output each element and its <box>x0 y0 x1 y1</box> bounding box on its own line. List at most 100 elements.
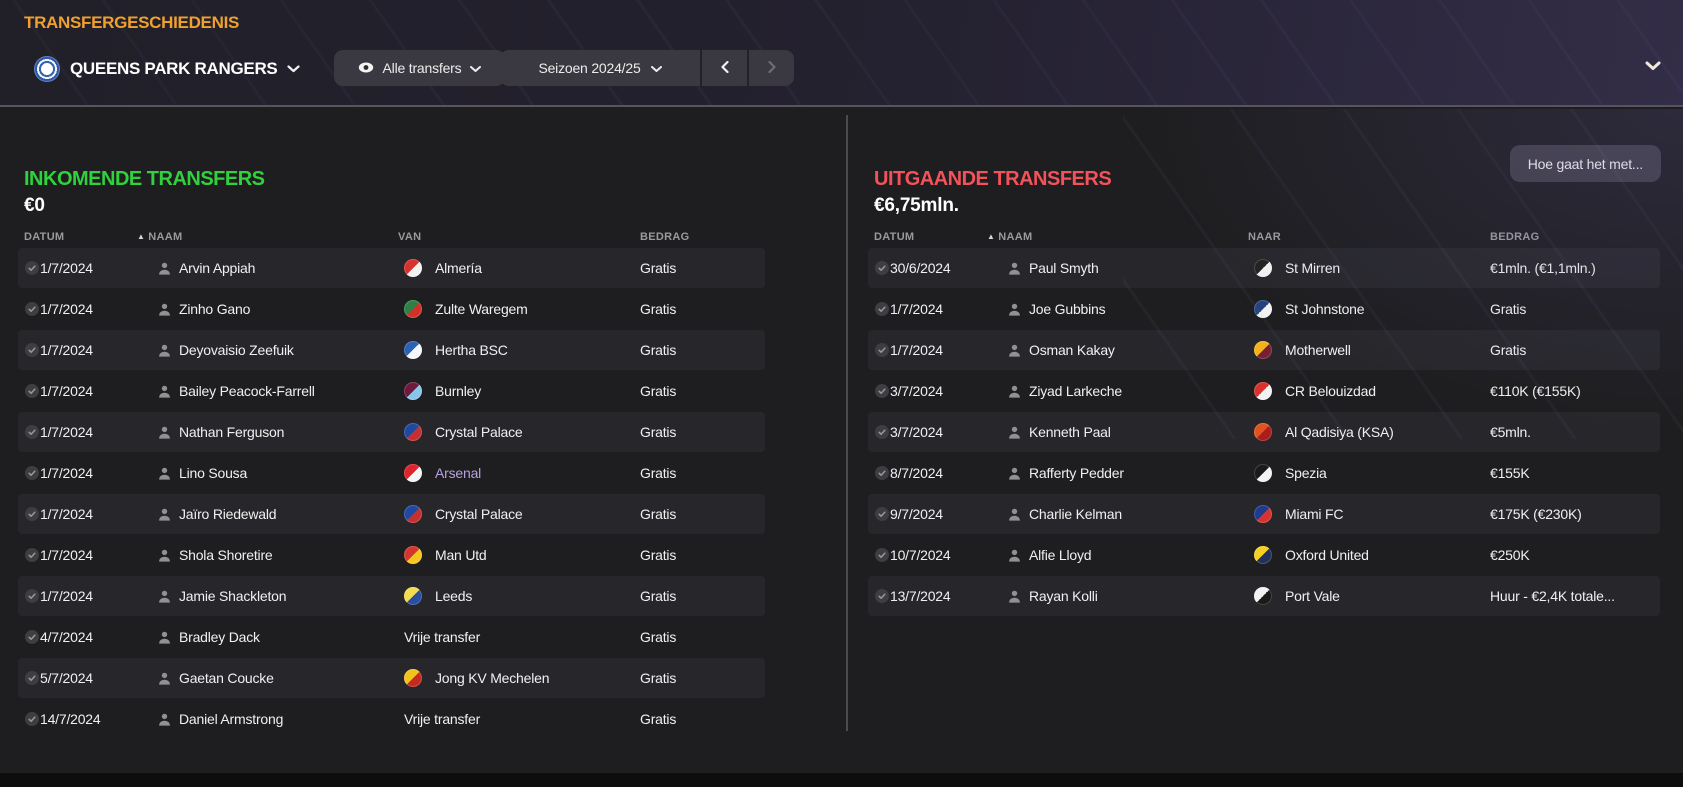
player-name-link[interactable]: Joe Gubbins <box>1029 289 1106 329</box>
club-name-link[interactable]: Crystal Palace <box>435 412 523 452</box>
player-name-link[interactable]: Lino Sousa <box>179 453 247 493</box>
transfer-completed-check-icon <box>875 261 889 275</box>
transfer-row[interactable]: 1/7/2024 Deyovaisio Zeefuik Hertha BSC G… <box>18 330 765 370</box>
club-name-link[interactable]: Vrije transfer <box>404 699 480 739</box>
club-crest-icon <box>404 423 422 441</box>
transfer-row[interactable]: 1/7/2024 Lino Sousa Arsenal Gratis <box>18 453 765 493</box>
transfer-row[interactable]: 1/7/2024 Joe Gubbins St Johnstone Gratis <box>868 289 1660 329</box>
transfer-row[interactable]: 1/7/2024 Bailey Peacock-Farrell Burnley … <box>18 371 765 411</box>
player-name-link[interactable]: Nathan Ferguson <box>179 412 284 452</box>
season-dropdown[interactable]: Seizoen 2024/25 <box>500 50 700 86</box>
club-name-link[interactable]: Port Vale <box>1285 576 1340 616</box>
transfer-row[interactable]: 4/7/2024 Bradley Dack Vrije transfer Gra… <box>18 617 765 657</box>
player-name-link[interactable]: Rafferty Pedder <box>1029 453 1124 493</box>
transfer-date: 1/7/2024 <box>40 301 93 317</box>
club-name-link[interactable]: CR Belouizdad <box>1285 371 1376 411</box>
transfer-row[interactable]: 1/7/2024 Osman Kakay Motherwell Gratis <box>868 330 1660 370</box>
club-name-link[interactable]: Al Qadisiya (KSA) <box>1285 412 1394 452</box>
transfer-row[interactable]: 1/7/2024 Arvin Appiah Almería Gratis <box>18 248 765 288</box>
transfer-row[interactable]: 8/7/2024 Rafferty Pedder Spezia €155K <box>868 453 1660 493</box>
column-header-date[interactable]: DATUM <box>874 231 914 243</box>
club-name-link[interactable]: Man Utd <box>435 535 487 575</box>
club-name-link[interactable]: Zulte Waregem <box>435 289 528 329</box>
player-name-link[interactable]: Bailey Peacock-Farrell <box>179 371 315 411</box>
transfer-row[interactable]: 1/7/2024 Jamie Shackleton Leeds Gratis <box>18 576 765 616</box>
club-name-link[interactable]: St Mirren <box>1285 248 1340 288</box>
club-crest-icon <box>1254 587 1272 605</box>
club-crest-icon <box>404 300 422 318</box>
transfer-row[interactable]: 3/7/2024 Ziyad Larkeche CR Belouizdad €1… <box>868 371 1660 411</box>
club-name-link[interactable]: Hertha BSC <box>435 330 508 370</box>
club-crest-icon <box>1254 464 1272 482</box>
transfer-fee: Huur - €2,4K totale... <box>1490 588 1615 604</box>
player-name-link[interactable]: Zinho Gano <box>179 289 250 329</box>
collapse-panel-chevron-icon[interactable] <box>1645 58 1661 76</box>
column-header-name[interactable]: ▲ NAAM <box>987 231 1032 243</box>
transfer-row[interactable]: 5/7/2024 Gaetan Coucke Jong KV Mechelen … <box>18 658 765 698</box>
player-name-link[interactable]: Arvin Appiah <box>179 248 255 288</box>
club-name-link[interactable]: Arsenal <box>435 453 481 493</box>
club-name-link[interactable]: St Johnstone <box>1285 289 1365 329</box>
transfer-row[interactable]: 1/7/2024 Nathan Ferguson Crystal Palace … <box>18 412 765 452</box>
column-header-fee[interactable]: BEDRAG <box>640 231 689 243</box>
player-name-link[interactable]: Gaetan Coucke <box>179 658 274 698</box>
column-header-to[interactable]: NAAR <box>1248 231 1281 243</box>
player-name-link[interactable]: Alfie Lloyd <box>1029 535 1092 575</box>
transfer-row[interactable]: 1/7/2024 Jaïro Riedewald Crystal Palace … <box>18 494 765 534</box>
player-name-link[interactable]: Bradley Dack <box>179 617 260 657</box>
club-name-link[interactable]: Leeds <box>435 576 472 616</box>
transfer-row[interactable]: 9/7/2024 Charlie Kelman Miami FC €175K (… <box>868 494 1660 534</box>
transfer-completed-check-icon <box>875 302 889 316</box>
column-header-from[interactable]: VAN <box>398 231 421 243</box>
club-cell: Crystal Palace <box>404 494 523 534</box>
club-name-link[interactable]: Spezia <box>1285 453 1327 493</box>
club-name-link[interactable]: Motherwell <box>1285 330 1351 370</box>
player-name-link[interactable]: Charlie Kelman <box>1029 494 1122 534</box>
player-name-link[interactable]: Kenneth Paal <box>1029 412 1111 452</box>
transfer-completed-check-icon <box>25 343 39 357</box>
next-season-button[interactable] <box>749 50 794 86</box>
transfer-completed-check-icon <box>25 384 39 398</box>
column-header-date[interactable]: DATUM <box>24 231 64 243</box>
how-is-it-going-button[interactable]: Hoe gaat het met... <box>1509 145 1661 182</box>
club-selector-dropdown[interactable]: QUEENS PARK RANGERS <box>34 50 301 88</box>
transfer-row[interactable]: 13/7/2024 Rayan Kolli Port Vale Huur - €… <box>868 576 1660 616</box>
player-name-link[interactable]: Rayan Kolli <box>1029 576 1098 616</box>
transfer-row[interactable]: 10/7/2024 Alfie Lloyd Oxford United €250… <box>868 535 1660 575</box>
player-name-link[interactable]: Deyovaisio Zeefuik <box>179 330 294 370</box>
player-name-link[interactable]: Jaïro Riedewald <box>179 494 277 534</box>
transfer-completed-check-icon <box>25 548 39 562</box>
club-name-link[interactable]: Jong KV Mechelen <box>435 658 550 698</box>
column-header-fee[interactable]: BEDRAG <box>1490 231 1539 243</box>
transfer-row[interactable]: 1/7/2024 Shola Shoretire Man Utd Gratis <box>18 535 765 575</box>
player-icon <box>1008 344 1021 357</box>
club-cell: Port Vale <box>1254 576 1340 616</box>
transfer-row[interactable]: 1/7/2024 Zinho Gano Zulte Waregem Gratis <box>18 289 765 329</box>
column-header-name[interactable]: ▲ NAAM <box>137 231 182 243</box>
player-name-link[interactable]: Daniel Armstrong <box>179 699 283 739</box>
transfer-date: 3/7/2024 <box>890 424 943 440</box>
chevron-down-icon <box>287 60 301 78</box>
player-name-link[interactable]: Paul Smyth <box>1029 248 1099 288</box>
transfer-row[interactable]: 14/7/2024 Daniel Armstrong Vrije transfe… <box>18 699 765 739</box>
transfer-date: 10/7/2024 <box>890 547 951 563</box>
player-icon <box>1008 590 1021 603</box>
club-name-link[interactable]: Miami FC <box>1285 494 1343 534</box>
player-name-link[interactable]: Ziyad Larkeche <box>1029 371 1122 411</box>
transfer-row[interactable]: 30/6/2024 Paul Smyth St Mirren €1mln. (€… <box>868 248 1660 288</box>
club-name-link[interactable]: Burnley <box>435 371 481 411</box>
player-name-link[interactable]: Jamie Shackleton <box>179 576 287 616</box>
club-name-link[interactable]: Vrije transfer <box>404 617 480 657</box>
transfer-type-filter-dropdown[interactable]: Alle transfers <box>334 50 505 86</box>
club-name-link[interactable]: Almería <box>435 248 482 288</box>
player-name-link[interactable]: Shola Shoretire <box>179 535 273 575</box>
transfer-fee: Gratis <box>640 383 677 399</box>
player-name-link[interactable]: Osman Kakay <box>1029 330 1115 370</box>
transfer-completed-check-icon <box>25 589 39 603</box>
transfer-completed-check-icon <box>875 507 889 521</box>
transfer-row[interactable]: 3/7/2024 Kenneth Paal Al Qadisiya (KSA) … <box>868 412 1660 452</box>
club-name-link[interactable]: Oxford United <box>1285 535 1369 575</box>
previous-season-button[interactable] <box>702 50 747 86</box>
transfer-fee: €250K <box>1490 547 1530 563</box>
club-name-link[interactable]: Crystal Palace <box>435 494 523 534</box>
